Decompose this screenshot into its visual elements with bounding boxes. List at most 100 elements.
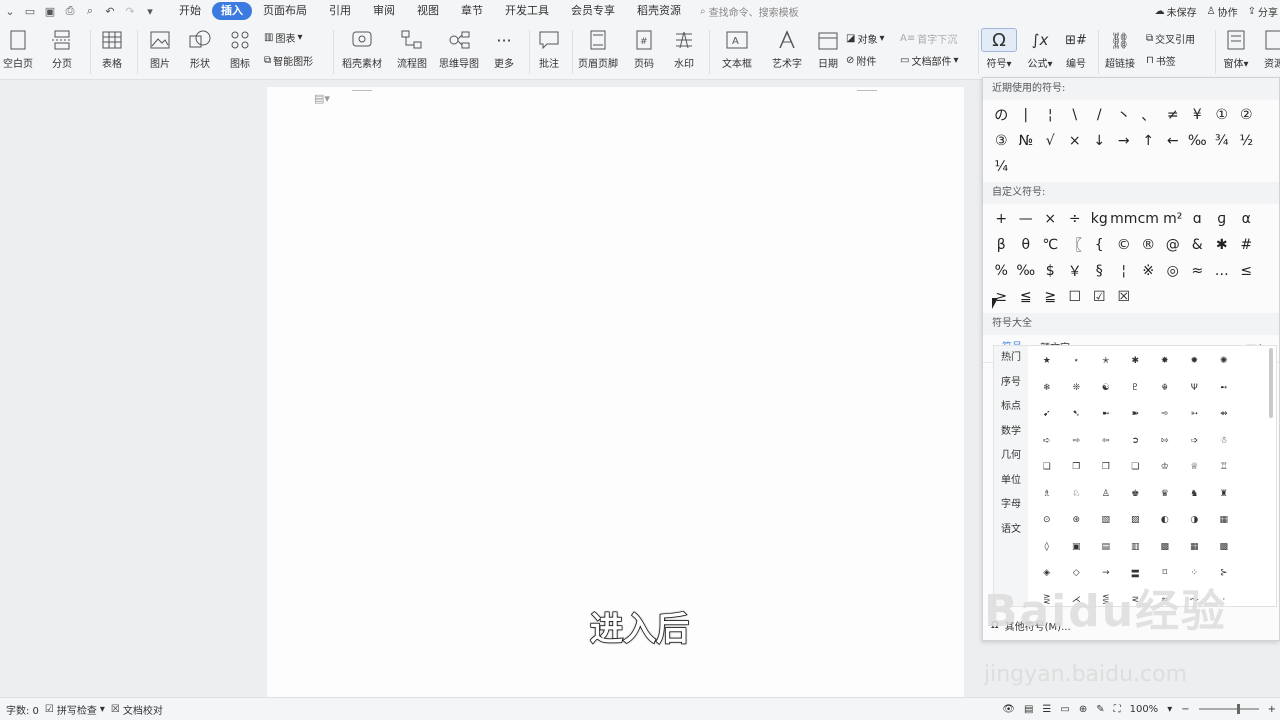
custom-symbol[interactable]: cm [1136,206,1161,232]
recent-symbol[interactable]: ‰ [1185,128,1210,154]
library-symbol[interactable]: ▥ [1121,534,1151,561]
library-symbol[interactable]: ❊ [1062,375,1092,402]
library-symbol[interactable]: ▤ [1091,534,1121,561]
custom-symbol[interactable]: ✱ [1210,232,1235,258]
custom-symbol[interactable]: ☑ [1087,284,1112,310]
category-item[interactable]: 序号 [994,371,1028,396]
library-symbol[interactable]: ▩ [1209,534,1239,561]
tab-docer-resources[interactable]: 稻壳资源 [626,2,692,20]
custom-symbol[interactable]: ÷ [1063,206,1088,232]
shape-button[interactable]: 形状 [178,28,222,70]
table-button[interactable]: 表格 [90,28,134,70]
library-symbol[interactable]: ➾ [1150,401,1180,428]
picture-button[interactable]: 图片 [138,28,182,70]
recent-symbol[interactable]: ¼ [989,154,1014,180]
custom-symbol[interactable]: × [1038,206,1063,232]
library-symbol[interactable]: ➻ [1209,375,1239,402]
custom-symbol[interactable]: ◎ [1161,258,1186,284]
custom-symbol[interactable]: % [989,258,1014,284]
custom-symbol[interactable]: ‰ [1014,258,1039,284]
recent-symbol[interactable]: ¾ [1210,128,1235,154]
textbox-button[interactable]: A 文本框 [715,28,759,70]
tab-view[interactable]: 视图 [406,2,450,20]
custom-symbol[interactable]: © [1112,232,1137,258]
custom-symbol[interactable]: mm [1110,206,1137,232]
custom-symbol[interactable]: { [1087,232,1112,258]
library-symbol[interactable]: ♇ [1121,375,1151,402]
recent-symbol[interactable]: √ [1038,128,1063,154]
recent-symbol[interactable]: → [1112,128,1137,154]
export-pdf-icon[interactable]: ▣ [42,3,58,19]
redo-icon[interactable]: ↷ [122,3,138,19]
recent-symbol[interactable]: ↑ [1136,128,1161,154]
library-symbol[interactable]: ▦ [1209,507,1239,534]
recent-symbol[interactable]: ③ [989,128,1014,154]
zoom-value[interactable]: 100% [1130,704,1159,715]
library-symbol[interactable]: ▩ [1150,534,1180,561]
category-item[interactable]: 标点 [994,395,1028,420]
custom-symbol[interactable]: ￥ [1063,258,1088,284]
print-preview-icon[interactable]: ⌕ [82,3,98,19]
library-symbol[interactable]: ▧ [1091,507,1121,534]
numbering-button[interactable]: ⊞# 编号 [1054,28,1098,71]
library-symbol[interactable]: ➼ [1091,401,1121,428]
smart-art-button[interactable]: ⧉ 智能图形 [264,53,313,68]
blank-page-button[interactable]: 空白页 [0,28,40,70]
hyperlink-button[interactable]: ⛓ 超链接 [1098,28,1142,71]
tab-section[interactable]: 章节 [450,2,494,20]
custom-symbol[interactable]: ≤ [1234,258,1259,284]
library-symbol[interactable]: ➳ [1180,401,1210,428]
web-view-icon[interactable]: ⊕ [1079,704,1087,715]
library-symbol[interactable]: ♜ [1209,481,1239,508]
library-symbol[interactable]: ❄ [1032,375,1062,402]
library-symbol[interactable]: ♖ [1209,454,1239,481]
category-item[interactable]: 几何 [994,444,1028,469]
tab-review[interactable]: 审阅 [362,2,406,20]
tab-member[interactable]: 会员专享 [560,2,626,20]
custom-symbol[interactable]: θ [1014,232,1039,258]
custom-symbol[interactable]: kg [1087,206,1112,232]
recent-symbol[interactable]: | [1014,102,1039,128]
library-symbol[interactable]: ➪ [1032,428,1062,455]
docer-material-button[interactable]: 稻壳素材 [340,28,384,70]
recent-symbol[interactable]: ¥ [1185,102,1210,128]
library-symbol[interactable]: ❑ [1121,454,1151,481]
library-symbol[interactable]: ♛ [1150,481,1180,508]
custom-symbol[interactable]: + [989,206,1014,232]
library-symbol[interactable]: ♙ [1091,481,1121,508]
doc-part-button[interactable]: ▭ 文档部件 ▾ [900,53,958,68]
zoom-dropdown-icon[interactable]: ▾ [1167,704,1172,715]
custom-symbol[interactable]: ¦ [1112,258,1137,284]
library-symbol[interactable]: ☃ [1209,428,1239,455]
zoom-out-icon[interactable]: − [1181,704,1189,715]
mindmap-button[interactable]: 思维导图 [437,28,481,70]
library-symbol[interactable]: ⊙ [1032,507,1062,534]
tab-insert[interactable]: 插入 [212,2,252,20]
library-symbol[interactable]: ♕ [1180,454,1210,481]
collab-button[interactable]: ♙ 协作 [1207,4,1238,19]
pen-icon[interactable]: ✎ [1096,704,1104,715]
page-break-button[interactable]: 分页 [40,28,84,70]
tab-references[interactable]: 引用 [318,2,362,20]
library-symbol[interactable]: ♘ [1062,481,1092,508]
more-button[interactable]: ··· 更多 [482,28,526,71]
recent-symbol[interactable]: ← [1161,128,1186,154]
library-symbol[interactable]: ➹ [1032,401,1062,428]
recent-symbol[interactable]: ½ [1234,128,1259,154]
library-symbol[interactable]: ➷ [1062,401,1092,428]
cross-ref-button[interactable]: ⧉ 交叉引用 [1146,31,1195,46]
category-item[interactable]: 字母 [994,493,1028,518]
library-symbol[interactable]: ◑ [1180,507,1210,534]
resource-button[interactable]: 资源 [1252,28,1280,70]
command-search[interactable]: ⌕ 查找命令、搜索模板 [700,4,799,19]
library-symbol[interactable]: ☬ [1150,375,1180,402]
custom-symbol[interactable]: ≦ [1014,284,1039,310]
custom-symbol[interactable]: ≈ [1185,258,1210,284]
date-button[interactable]: 日期 [806,28,850,70]
spell-check-button[interactable]: ☑ 拼写检查 ▾ [45,702,105,717]
library-symbol[interactable]: ⊛ [1062,507,1092,534]
custom-symbol[interactable]: $ [1038,258,1063,284]
custom-symbol[interactable]: 〖 [1063,232,1088,258]
library-symbol[interactable]: ✹ [1180,348,1210,375]
save-icon[interactable]: ▭ [22,3,38,19]
